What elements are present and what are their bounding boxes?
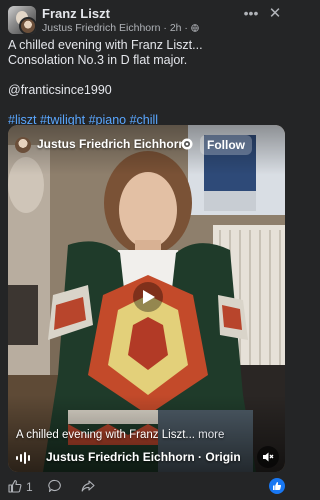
video-caption-more-link[interactable]: more [195,429,224,441]
share-icon[interactable] [81,479,95,493]
post-caption: A chilled evening with Franz Liszt... Co… [8,38,285,128]
shared-by-name[interactable]: Justus Friedrich Eichhorn [42,22,160,34]
video-caption-text: A chilled evening with Franz Liszt... [16,429,195,441]
caption-line-2: Consolation No.3 in D flat major. [8,53,188,67]
post-header: Franz Liszt Justus Friedrich Eichhorn · … [8,6,285,34]
facebook-post: Franz Liszt Justus Friedrich Eichhorn · … [0,0,293,500]
follow-button[interactable]: Follow [200,135,252,155]
page-name[interactable]: Franz Liszt [42,6,110,21]
thumbs-up-icon [273,482,282,490]
page-avatar[interactable] [8,6,36,34]
meta-separator: · [163,22,167,34]
caption-mention[interactable]: @franticsince1990 [8,83,285,98]
play-button[interactable] [133,282,163,312]
video-caption: A chilled evening with Franz Liszt... mo… [16,429,224,441]
video-player[interactable]: Justus Friedrich Eichhorn Follow A chill… [8,125,285,472]
more-horizontal-icon[interactable]: ••• [243,6,259,22]
caption-line-1: A chilled evening with Franz Liszt... [8,38,203,52]
audio-wave-icon [16,452,30,464]
meta-separator: · [184,22,188,34]
post-time[interactable]: 2h [170,22,182,34]
close-icon[interactable]: ✕ [267,6,283,22]
video-audio-bar: Justus Friedrich Eichhorn · Origin [16,446,279,468]
like-icon[interactable] [8,479,22,493]
audio-attribution[interactable]: Justus Friedrich Eichhorn · Origin [46,450,241,464]
comment-icon[interactable] [48,479,62,493]
reaction-like-badge [269,478,285,494]
play-icon [143,290,155,304]
globe-icon [191,24,199,32]
mute-icon [263,452,274,462]
video-header: Justus Friedrich Eichhorn Follow [15,135,278,155]
creator-name[interactable]: Justus Friedrich Eichhorn [37,137,186,151]
verified-badge-icon [181,138,193,150]
user-avatar-small [19,17,36,34]
mute-button[interactable] [257,446,279,468]
post-meta: Justus Friedrich Eichhorn · 2h · [42,22,199,34]
post-actions: 1 [8,478,285,496]
creator-avatar[interactable] [15,137,31,153]
like-count: 1 [26,480,33,494]
